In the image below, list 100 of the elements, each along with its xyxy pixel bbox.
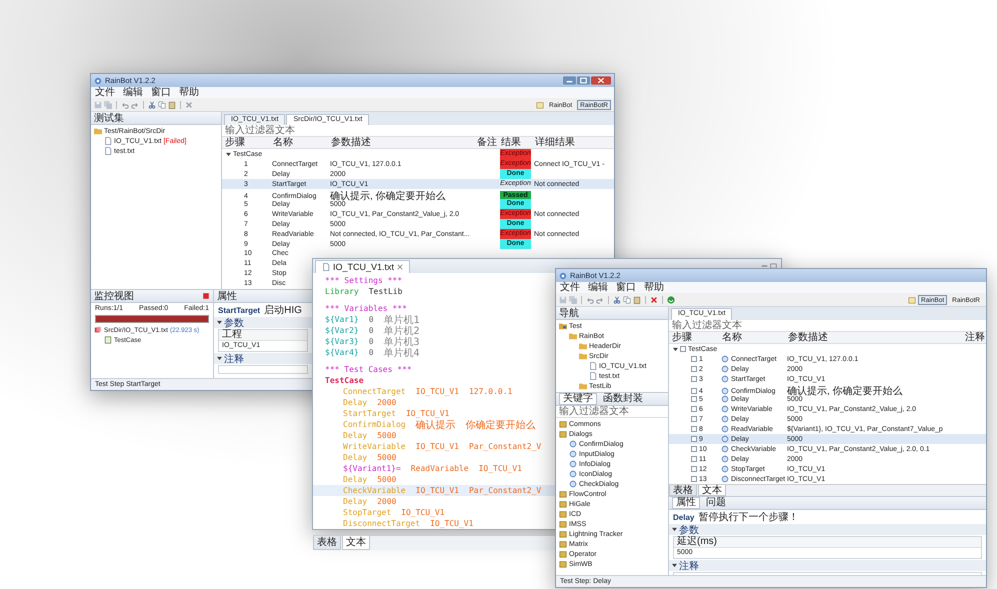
menu-item[interactable]: 文件 xyxy=(560,282,580,293)
copy-icon[interactable] xyxy=(158,100,166,108)
checkbox[interactable] xyxy=(691,466,697,472)
column-header[interactable]: 参数描述 xyxy=(785,332,962,342)
save-icon[interactable] xyxy=(559,296,567,304)
undo-icon[interactable] xyxy=(586,296,594,304)
checkbox[interactable] xyxy=(691,356,697,362)
section-title[interactable]: 参数 xyxy=(679,522,699,536)
column-header[interactable]: 名称 xyxy=(719,332,785,342)
column-header[interactable]: 步骤 xyxy=(669,332,719,342)
refresh-icon[interactable] xyxy=(667,296,675,304)
scissors-icon[interactable] xyxy=(148,100,156,108)
menu-item[interactable]: 文件 xyxy=(95,87,115,98)
keyword-name: StartTarget xyxy=(343,409,396,418)
checkbox[interactable] xyxy=(691,416,697,422)
checkbox[interactable] xyxy=(680,346,686,352)
redo-icon[interactable] xyxy=(131,100,139,108)
caret-icon[interactable] xyxy=(673,346,678,352)
editor-tab[interactable]: IO_TCU_V1.txt xyxy=(315,260,410,273)
menu-item[interactable]: 帮助 xyxy=(644,282,664,293)
section-title[interactable]: 注释 xyxy=(224,352,244,366)
caret-icon[interactable] xyxy=(672,563,677,568)
checkbox[interactable] xyxy=(691,388,697,394)
box-icon xyxy=(559,430,567,438)
keyword-name: Delay xyxy=(343,497,368,506)
caret-icon[interactable] xyxy=(226,152,231,156)
delete-icon[interactable] xyxy=(650,296,658,304)
argument-text: 确认提示 xyxy=(416,418,456,432)
copy-icon[interactable] xyxy=(623,296,631,304)
section-title[interactable]: 参数 xyxy=(224,316,244,330)
view-tab[interactable]: 文本 xyxy=(342,536,370,550)
panel-tab[interactable]: 属性 xyxy=(672,497,700,509)
menu-item[interactable]: 编辑 xyxy=(588,282,608,293)
paste-icon[interactable] xyxy=(633,296,641,304)
circle-icon xyxy=(721,435,729,443)
open-perspective-icon[interactable] xyxy=(908,296,916,304)
panel-tab[interactable]: 导航 xyxy=(559,308,579,318)
checkbox[interactable] xyxy=(691,406,697,412)
checkbox[interactable] xyxy=(691,376,697,382)
menu-item[interactable]: 编辑 xyxy=(123,87,143,98)
argument-text: Par_Constant2_V xyxy=(468,486,542,495)
column-header[interactable]: 参数描述 xyxy=(328,138,474,148)
circle-icon xyxy=(569,440,577,448)
panel-tab[interactable]: 函数封装 xyxy=(599,393,647,405)
column-header[interactable]: 详细结果 xyxy=(532,138,614,148)
checkbox[interactable] xyxy=(691,396,697,402)
checkbox[interactable] xyxy=(691,426,697,432)
circle-icon xyxy=(721,445,729,453)
caret-icon[interactable] xyxy=(672,527,677,532)
section-title[interactable]: 注释 xyxy=(679,558,699,572)
paste-icon[interactable] xyxy=(168,100,176,108)
panel-tab[interactable]: 测试集 xyxy=(94,112,124,124)
open-perspective-icon[interactable] xyxy=(536,100,544,108)
circle-icon xyxy=(721,455,729,463)
menu-item[interactable]: 窗口 xyxy=(616,282,636,293)
menu-item[interactable]: 窗口 xyxy=(151,87,171,98)
close-icon[interactable] xyxy=(591,76,611,85)
undo-icon[interactable] xyxy=(121,100,129,108)
argument-text: IO_TCU_V1 xyxy=(416,387,459,396)
argument-text: 2000 xyxy=(377,398,396,407)
maximize-icon[interactable] xyxy=(577,76,590,85)
checkbox[interactable] xyxy=(691,476,697,482)
step-description: 暂停执行下一个步骤！ xyxy=(698,510,798,524)
variable-value: 0 xyxy=(368,348,374,357)
stop-icon[interactable] xyxy=(202,292,210,300)
save-all-icon[interactable] xyxy=(569,296,577,304)
save-icon[interactable] xyxy=(94,100,102,108)
caret-icon[interactable] xyxy=(217,320,222,325)
close-icon[interactable] xyxy=(397,264,404,270)
panel-tab[interactable]: 监控视图 xyxy=(94,290,134,302)
minimize-icon[interactable] xyxy=(563,76,576,85)
view-tab[interactable]: 表格 xyxy=(313,536,341,550)
comment-text: 单片机3 xyxy=(384,335,420,348)
scissors-icon[interactable] xyxy=(613,296,621,304)
argument-text: 你确定要开始么 xyxy=(466,418,536,432)
checkbox[interactable] xyxy=(691,366,697,372)
save-all-icon[interactable] xyxy=(104,100,112,108)
panel-tab[interactable]: 问题 xyxy=(702,497,730,509)
view-tab[interactable]: 表格 xyxy=(669,485,697,496)
delete-icon[interactable] xyxy=(185,100,193,108)
keyword-name: Delay xyxy=(343,431,368,440)
redo-icon[interactable] xyxy=(596,296,604,304)
folder-icon xyxy=(94,127,102,135)
view-tab[interactable]: 文本 xyxy=(698,485,726,496)
checkbox[interactable] xyxy=(691,456,697,462)
column-header[interactable]: 注释 xyxy=(962,332,986,342)
keyword-name: Delay xyxy=(343,475,368,484)
minimize-icon[interactable] xyxy=(761,263,768,269)
checkbox[interactable] xyxy=(691,436,697,442)
circle-icon xyxy=(569,470,577,478)
column-header[interactable]: 名称 xyxy=(270,138,328,148)
caret-icon[interactable] xyxy=(217,356,222,361)
circle-icon xyxy=(721,475,729,483)
panel-tab[interactable]: 属性 xyxy=(217,290,237,302)
column-header[interactable]: 结果 xyxy=(498,138,532,148)
column-header[interactable]: 备注 xyxy=(474,138,498,148)
circle-icon xyxy=(569,480,577,488)
column-header[interactable]: 步骤 xyxy=(222,138,270,148)
menu-item[interactable]: 帮助 xyxy=(179,87,199,98)
checkbox[interactable] xyxy=(691,446,697,452)
